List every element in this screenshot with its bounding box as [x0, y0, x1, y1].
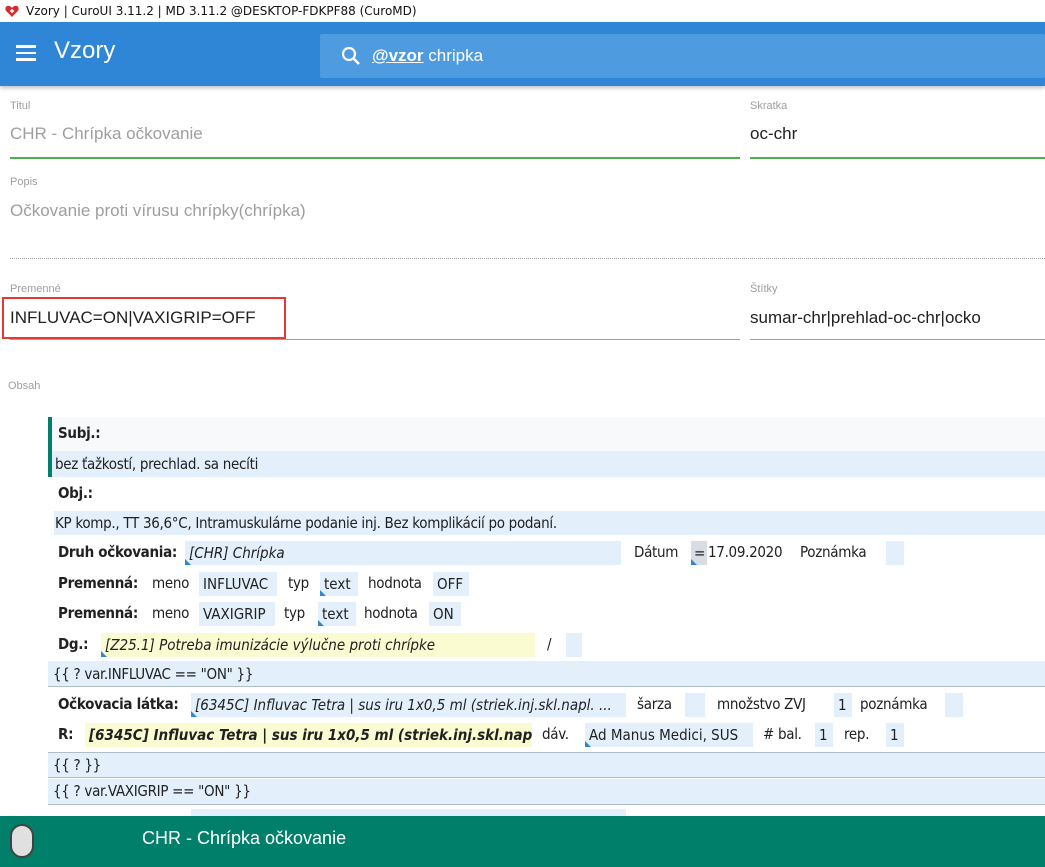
- datum-operator[interactable]: =: [691, 541, 707, 565]
- page-title: Vzory: [54, 37, 116, 64]
- cond1-text: {{ ? var.INFLUVAC == "ON" }}: [53, 665, 254, 683]
- poznamka-field[interactable]: [886, 541, 904, 565]
- toggle-icon[interactable]: [10, 824, 34, 858]
- rep-label: rep.: [844, 725, 870, 743]
- search-icon: [340, 45, 362, 67]
- stitky-field[interactable]: sumar-chr|prehlad-oc-chr|ocko: [750, 308, 981, 328]
- popis-label: Popis: [10, 176, 38, 188]
- premenne-underline: [10, 339, 740, 340]
- var1-label: Premenná:: [58, 574, 138, 592]
- stitky-label: Štítky: [750, 283, 778, 295]
- var2-hodnota-field[interactable]: ON: [429, 602, 461, 626]
- subj-label: Subj.:: [58, 424, 101, 442]
- poznamka2-label: poznámka: [860, 695, 928, 713]
- premenne-label: Premenné: [10, 283, 61, 295]
- datum-field[interactable]: 17.09.2020: [708, 540, 783, 564]
- titul-field[interactable]: CHR - Chrípka očkovanie: [10, 124, 203, 144]
- subj-text: bez ťažkostí, prechlad. sa necíti: [55, 455, 259, 473]
- poznamka-label: Poznámka: [800, 543, 867, 561]
- search-query: @vzor chripka: [372, 46, 483, 66]
- dg-field[interactable]: [Z25.1] Potreba imunizácie výlučne proti…: [101, 633, 535, 657]
- var2-meno-field[interactable]: VAXIGRIP: [199, 602, 275, 626]
- premenne-field[interactable]: INFLUVAC=ON|VAXIGRIP=OFF: [10, 308, 256, 328]
- rep-field[interactable]: 1: [886, 723, 904, 747]
- obsah-label: Obsah: [8, 380, 41, 392]
- window-title: Vzory | CuroUI 3.11.2 | MD 3.11.2 @DESKT…: [26, 4, 417, 18]
- search-input[interactable]: @vzor chripka: [320, 34, 1045, 78]
- dg-secondary-field[interactable]: [566, 633, 582, 657]
- search-tag: @vzor: [372, 46, 424, 65]
- sarza-label: šarza: [637, 695, 672, 713]
- bal-field[interactable]: 1: [815, 723, 833, 747]
- search-text: chripka: [428, 46, 484, 65]
- dav-field[interactable]: Ad Manus Medici, SUS: [585, 723, 753, 747]
- var1-hodnota-field[interactable]: OFF: [433, 572, 469, 596]
- sarza-field[interactable]: [685, 693, 705, 717]
- content-editor[interactable]: Subj.: bez ťažkostí, prechlad. sa necíti…: [48, 417, 1045, 817]
- bottom-bar: CHR - Chrípka očkovanie: [0, 816, 1045, 867]
- bal-label: # bal.: [763, 725, 802, 743]
- window-titlebar: Vzory | CuroUI 3.11.2 | MD 3.11.2 @DESKT…: [0, 0, 1045, 22]
- var1-meno-label: meno: [152, 574, 190, 592]
- obj-label: Obj.:: [58, 484, 93, 502]
- cond-end-text: {{ ? }}: [53, 756, 101, 774]
- dg-separator: /: [547, 635, 552, 653]
- var1-meno-field[interactable]: INFLUVAC: [199, 572, 277, 596]
- mnozstvo-label: množstvo ZVJ: [717, 695, 806, 713]
- obj-text: KP komp., TT 36,6°C, Intramuskulárne pod…: [55, 514, 557, 532]
- var2-typ-field[interactable]: text: [318, 602, 356, 626]
- hamburger-menu-icon[interactable]: [14, 42, 40, 68]
- var2-typ-label: typ: [284, 604, 305, 622]
- popis-field[interactable]: Očkovanie proti vírusu chrípky(chrípka): [10, 201, 306, 221]
- var1-hodnota-label: hodnota: [368, 574, 422, 592]
- r-label: R:: [58, 725, 74, 743]
- var1-typ-field[interactable]: text: [320, 572, 358, 596]
- var2-hodnota-label: hodnota: [364, 604, 418, 622]
- druh-label: Druh očkovania:: [58, 543, 178, 561]
- cond-end-row[interactable]: [48, 752, 1045, 778]
- latka-field[interactable]: [6345C] Influvac Tetra | sus iru 1x0,5 m…: [191, 693, 626, 717]
- popis-underline: [10, 258, 1045, 259]
- dg-label: Dg.:: [58, 635, 89, 653]
- app-bar: Vzory @vzor chripka: [0, 22, 1045, 86]
- var1-typ-label: typ: [288, 574, 309, 592]
- r-field[interactable]: [6345C] Influvac Tetra | sus iru 1x0,5 m…: [85, 723, 532, 747]
- var2-meno-label: meno: [152, 604, 190, 622]
- cond2-text: {{ ? var.VAXIGRIP == "ON" }}: [53, 782, 251, 800]
- skratka-field[interactable]: oc-chr: [750, 124, 797, 144]
- titul-label: Titul: [10, 100, 31, 112]
- titul-underline: [10, 157, 740, 159]
- mnozstvo-field[interactable]: 1: [834, 693, 852, 717]
- skratka-label: Skratka: [750, 100, 788, 112]
- heart-app-icon: [4, 3, 20, 19]
- var2-label: Premenná:: [58, 604, 138, 622]
- druh-field[interactable]: [CHR] Chrípka: [185, 541, 621, 565]
- stitky-underline: [750, 339, 1045, 340]
- bottom-title: CHR - Chrípka očkovanie: [142, 828, 347, 848]
- skratka-underline: [750, 157, 1045, 159]
- poznamka2-field[interactable]: [945, 693, 963, 717]
- dav-label: dáv.: [542, 725, 569, 743]
- latka-label: Očkovacia látka:: [58, 695, 179, 713]
- datum-label: Dátum: [634, 543, 679, 561]
